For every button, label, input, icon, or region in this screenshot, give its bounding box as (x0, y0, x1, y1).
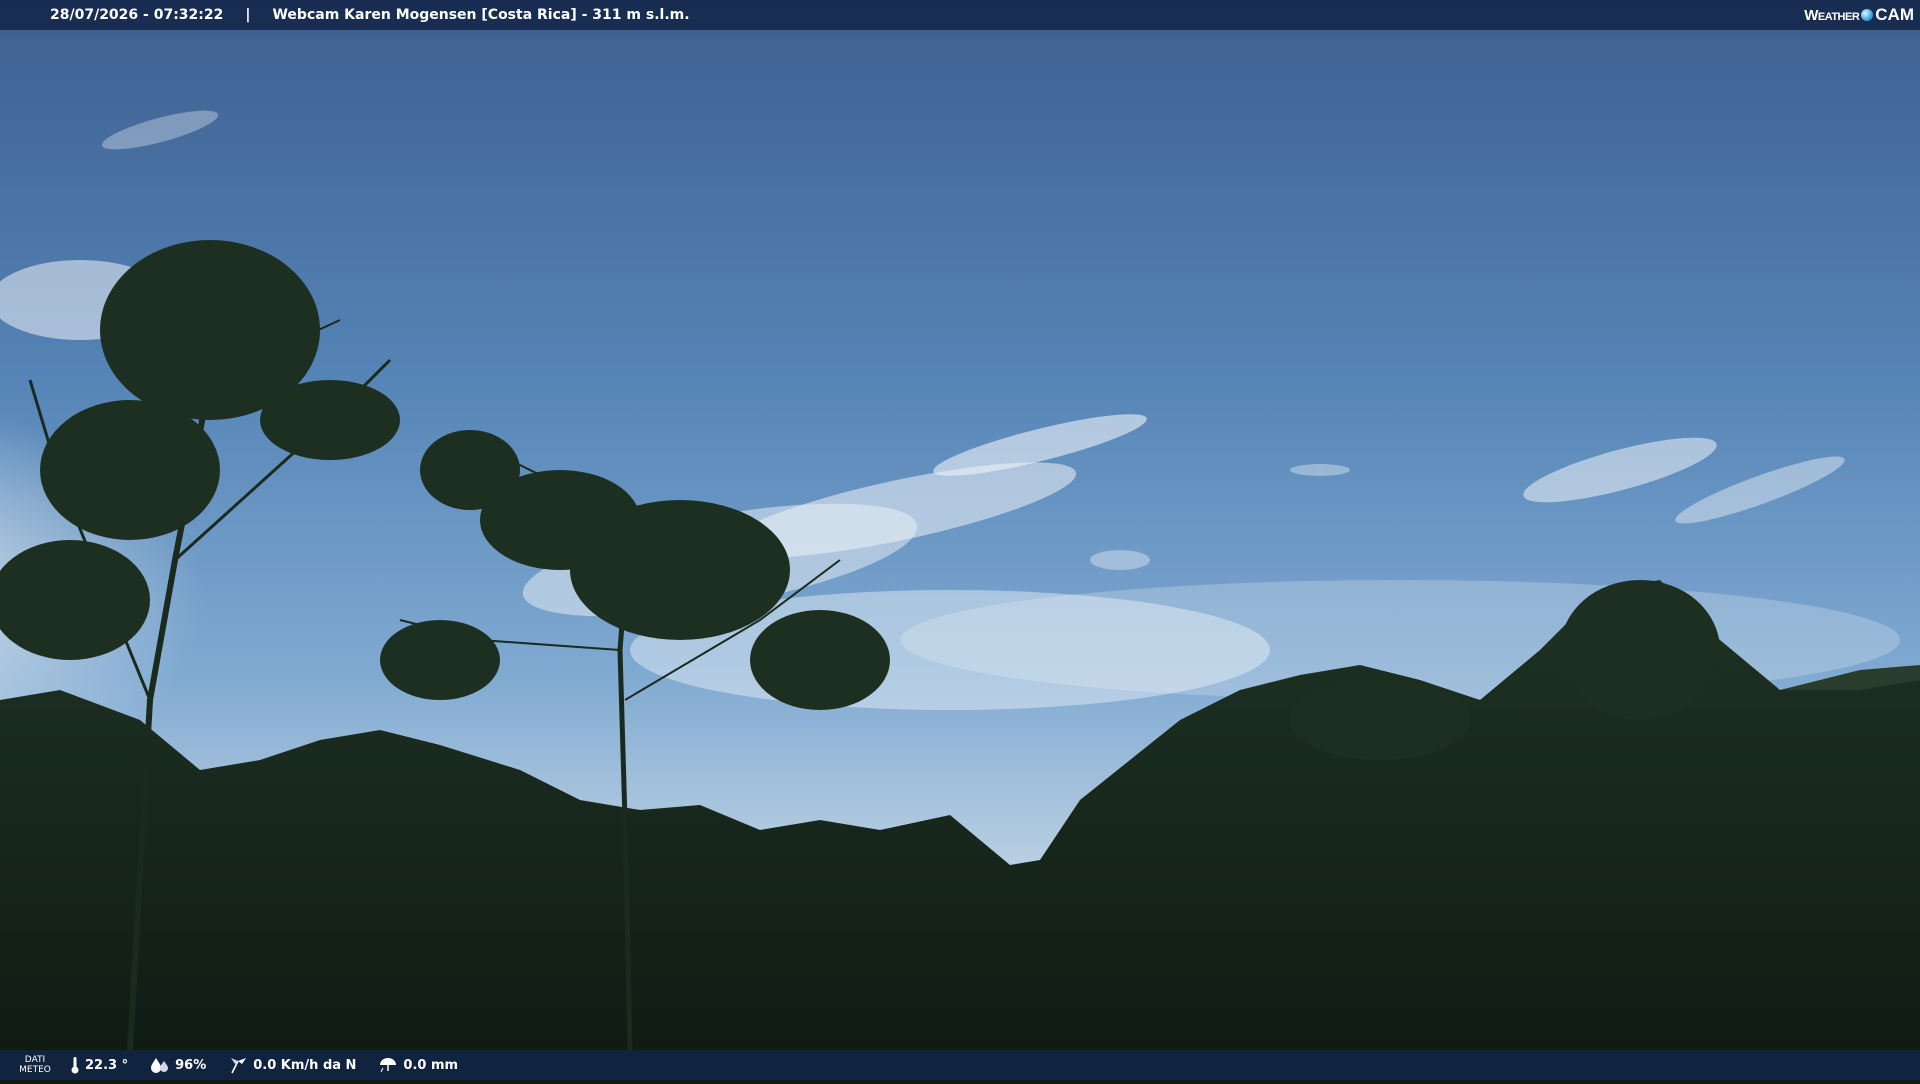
webcam-location-title: Webcam Karen Mogensen [Costa Rica] - 311… (272, 7, 690, 23)
dati-meteo-label: DATI METEO (19, 1055, 51, 1075)
top-info-bar: 28/07/2026 - 07:32:22 | Webcam Karen Mog… (0, 0, 1920, 30)
weathercam-logo[interactable]: Weather CAM (1804, 3, 1914, 27)
webcam-image (0, 0, 1920, 1080)
wind-icon (231, 1058, 247, 1074)
humidity-reading: 96% (150, 1057, 206, 1073)
logo-weather-text: Weather (1804, 6, 1860, 24)
weather-data-bar: DATI METEO 22.3 ° 96% 0.0 Km/h da N 0.0 … (0, 1050, 1920, 1080)
thermometer-icon (71, 1057, 79, 1074)
timestamp: 28/07/2026 - 07:32:22 (50, 7, 224, 23)
rain-reading: 0.0 mm (378, 1056, 458, 1074)
webcam-scene (0, 0, 1920, 1080)
globe-icon (1861, 9, 1874, 21)
humidity-icon (151, 1058, 169, 1073)
temperature-reading: 22.3 ° (70, 1056, 128, 1074)
logo-cam-text: CAM (1875, 5, 1914, 24)
wind-reading: 0.0 Km/h da N (228, 1056, 356, 1074)
header-separator: | (245, 7, 251, 23)
rain-icon (380, 1058, 397, 1073)
